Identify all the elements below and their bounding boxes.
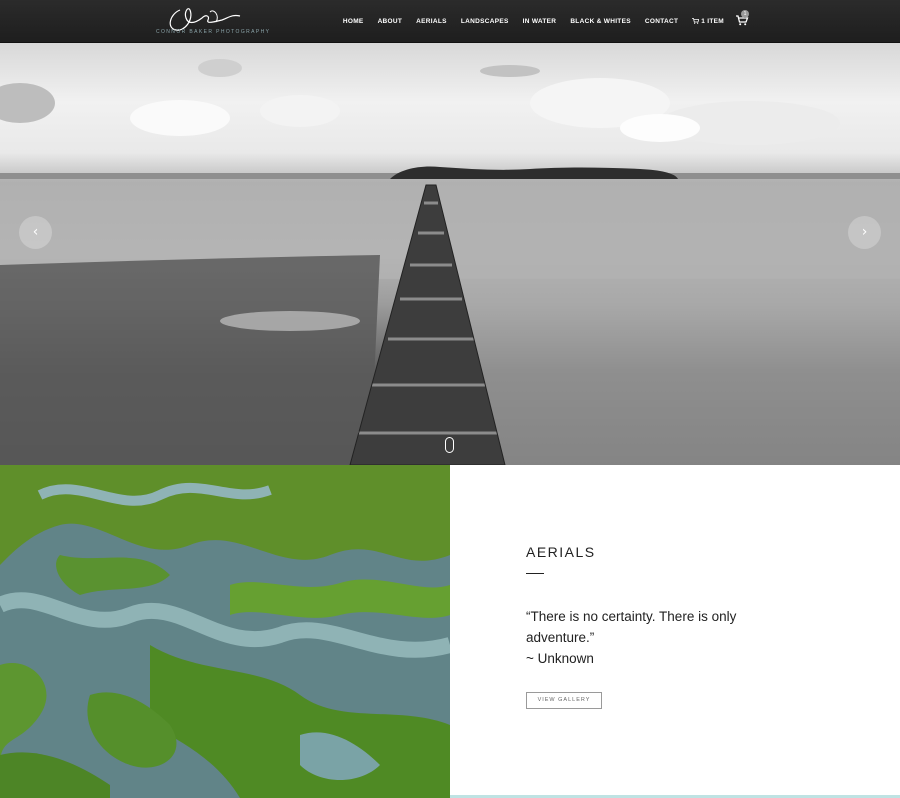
scroll-down-indicator[interactable] <box>445 437 454 453</box>
nav-cart-link[interactable]: 1 ITEM <box>692 18 724 25</box>
nav-in-water[interactable]: IN WATER <box>523 18 557 25</box>
section-title: AERIALS <box>526 544 596 560</box>
nav-landscapes[interactable]: LANDSCAPES <box>461 18 509 25</box>
logo-subtitle: CONNOR BAKER PHOTOGRAPHY <box>156 29 271 35</box>
nav-black-whites[interactable]: BLACK & WHITES <box>570 18 631 25</box>
hero-photo <box>0 59 900 465</box>
main-nav: HOME ABOUT AERIALS LANDSCAPES IN WATER B… <box>329 0 724 42</box>
slider-prev-button[interactable]: ‹ <box>19 216 52 249</box>
chevron-right-icon: › <box>861 224 868 240</box>
aerial-marsh-photo <box>0 465 450 798</box>
site-logo[interactable]: CONNOR BAKER PHOTOGRAPHY <box>150 2 269 40</box>
view-gallery-button[interactable]: VIEW GALLERY <box>526 692 602 709</box>
quote-text: “There is no certainty. There is only ad… <box>526 609 737 645</box>
nav-contact[interactable]: CONTACT <box>645 18 678 25</box>
chevron-left-icon: ‹ <box>32 224 39 240</box>
site-header: CONNOR BAKER PHOTOGRAPHY HOME ABOUT AERI… <box>0 0 900 43</box>
quote-author: ~ Unknown <box>526 651 594 666</box>
nav-home[interactable]: HOME <box>343 18 364 25</box>
cart-label: 1 ITEM <box>701 17 724 25</box>
aerials-info-panel: AERIALS “There is no certainty. There is… <box>450 465 900 798</box>
cart-count-badge: 1 <box>741 10 749 18</box>
slider-next-button[interactable]: › <box>848 216 881 249</box>
section-quote: “There is no certainty. There is only ad… <box>526 606 786 669</box>
nav-about[interactable]: ABOUT <box>378 18 403 25</box>
cart-small-icon <box>692 18 700 24</box>
hero-slider: ‹ › <box>0 43 900 465</box>
title-divider <box>526 573 544 574</box>
nav-aerials[interactable]: AERIALS <box>416 18 447 25</box>
